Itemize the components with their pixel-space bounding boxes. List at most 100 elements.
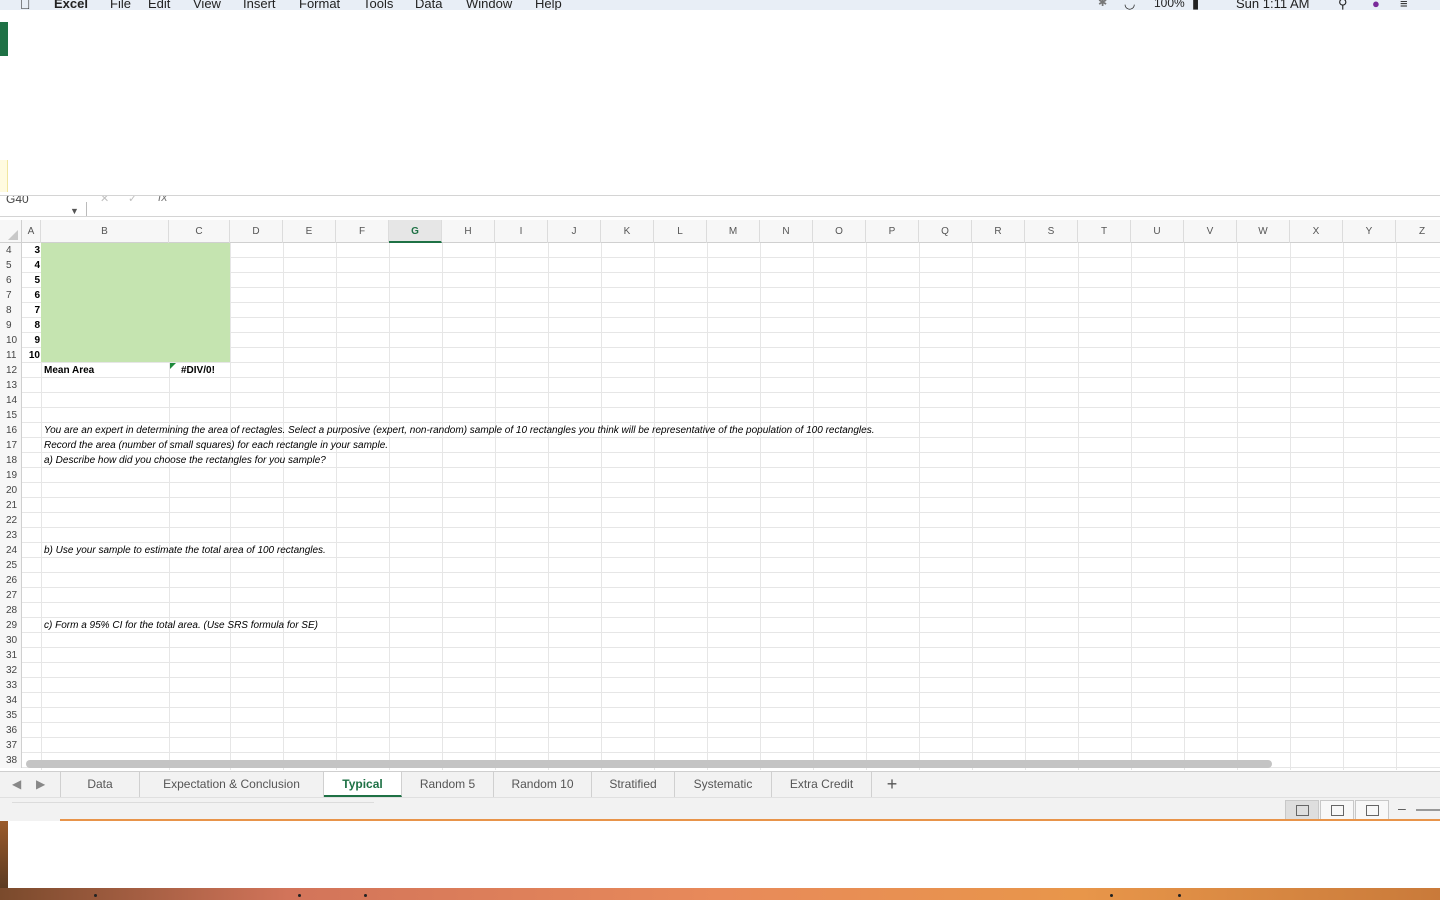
column-header-o[interactable]: O [813, 220, 866, 243]
row-header[interactable]: 34 [0, 693, 22, 708]
column-header-z[interactable]: Z [1396, 220, 1440, 243]
row-header[interactable]: 37 [0, 738, 22, 753]
select-all-button[interactable] [0, 220, 22, 243]
horizontal-scrollbar[interactable] [26, 760, 1272, 768]
row-header[interactable]: 10 [0, 333, 22, 348]
tab-systematic[interactable]: Systematic [675, 772, 772, 797]
menu-window[interactable]: Window [466, 0, 512, 10]
cell-c12[interactable]: #DIV/0! [181, 363, 215, 378]
row-header[interactable]: 33 [0, 678, 22, 693]
row-header[interactable]: 20 [0, 483, 22, 498]
column-header-m[interactable]: M [707, 220, 760, 243]
cell-a7[interactable]: 6 [26, 288, 40, 303]
worksheet-grid[interactable]: A B C D E F G H I J K L M N O P Q R S T … [0, 220, 1440, 770]
row-header[interactable]: 8 [0, 303, 22, 318]
menu-view[interactable]: View [193, 0, 221, 10]
bluetooth-icon[interactable]: ✱ [1098, 0, 1107, 9]
row-header[interactable]: 21 [0, 498, 22, 513]
page-layout-view-button[interactable] [1320, 800, 1354, 820]
row-header[interactable]: 35 [0, 708, 22, 723]
wifi-icon[interactable]: ◡ [1124, 0, 1135, 10]
cell-a9[interactable]: 8 [26, 318, 40, 333]
column-header-g[interactable]: G [389, 220, 442, 243]
menu-tools[interactable]: Tools [363, 0, 393, 10]
row-header[interactable]: 6 [0, 273, 22, 288]
zoom-out-icon[interactable]: – [1398, 800, 1406, 816]
column-header-q[interactable]: Q [919, 220, 972, 243]
column-header-j[interactable]: J [548, 220, 601, 243]
row-header[interactable]: 13 [0, 378, 22, 393]
cell-b24[interactable]: b) Use your sample to estimate the total… [44, 543, 326, 558]
column-header-r[interactable]: R [972, 220, 1025, 243]
column-header-f[interactable]: F [336, 220, 389, 243]
column-header-x[interactable]: X [1290, 220, 1343, 243]
column-header-s[interactable]: S [1025, 220, 1078, 243]
row-header[interactable]: 36 [0, 723, 22, 738]
row-header[interactable]: 27 [0, 588, 22, 603]
confirm-icon[interactable]: ✓ [128, 196, 137, 205]
column-header-d[interactable]: D [230, 220, 283, 243]
cell-b12[interactable]: Mean Area [44, 363, 94, 378]
tab-scroll-left-icon[interactable]: ◀ [12, 777, 21, 791]
row-header[interactable]: 29 [0, 618, 22, 633]
battery-icon[interactable]: ▮ [1192, 0, 1199, 10]
menu-format[interactable]: Format [299, 0, 340, 10]
column-header-c[interactable]: C [169, 220, 230, 243]
row-header[interactable]: 32 [0, 663, 22, 678]
row-header[interactable]: 30 [0, 633, 22, 648]
column-header-t[interactable]: T [1078, 220, 1131, 243]
row-header[interactable]: 26 [0, 573, 22, 588]
column-header-b[interactable]: B [41, 220, 169, 243]
tab-random-5[interactable]: Random 5 [402, 772, 494, 797]
menu-insert[interactable]: Insert [243, 0, 276, 10]
tab-random-10[interactable]: Random 10 [494, 772, 592, 797]
insert-function-button[interactable]: fx [158, 196, 167, 204]
column-header-e[interactable]: E [283, 220, 336, 243]
error-indicator-icon[interactable] [170, 363, 176, 369]
control-center-icon[interactable]: ≡ [1400, 0, 1408, 10]
column-header-a[interactable]: A [22, 220, 41, 243]
column-header-n[interactable]: N [760, 220, 813, 243]
menu-help[interactable]: Help [535, 0, 562, 10]
row-header[interactable]: 5 [0, 258, 22, 273]
row-header[interactable]: 12 [0, 363, 22, 378]
cell-a11[interactable]: 10 [24, 348, 40, 363]
row-header[interactable]: 4 [0, 243, 22, 258]
menu-data[interactable]: Data [415, 0, 442, 10]
page-break-preview-button[interactable] [1355, 800, 1389, 820]
menu-app-name[interactable]: Excel [54, 0, 88, 10]
siri-icon[interactable]: ● [1372, 0, 1380, 10]
column-header-p[interactable]: P [866, 220, 919, 243]
row-header[interactable]: 25 [0, 558, 22, 573]
row-header[interactable]: 22 [0, 513, 22, 528]
spotlight-search-icon[interactable]: ⚲ [1338, 0, 1348, 10]
column-header-h[interactable]: H [442, 220, 495, 243]
tab-data[interactable]: Data [60, 772, 140, 797]
column-header-w[interactable]: W [1237, 220, 1290, 243]
tab-extra-credit[interactable]: Extra Credit [772, 772, 872, 797]
cell-b16[interactable]: You are an expert in determining the are… [44, 423, 875, 438]
row-header[interactable]: 31 [0, 648, 22, 663]
cell-a10[interactable]: 9 [26, 333, 40, 348]
cell-a5[interactable]: 4 [26, 258, 40, 273]
cell-b29[interactable]: c) Form a 95% CI for the total area. (Us… [44, 618, 318, 633]
name-box-dropdown-icon[interactable]: ▼ [70, 206, 79, 216]
column-header-u[interactable]: U [1131, 220, 1184, 243]
add-sheet-button[interactable]: + [873, 772, 911, 797]
zoom-slider[interactable] [1416, 809, 1440, 811]
cell-a4[interactable]: 3 [26, 243, 40, 258]
row-header[interactable]: 18 [0, 453, 22, 468]
cell-b17[interactable]: Record the area (number of small squares… [44, 438, 388, 453]
row-header[interactable]: 23 [0, 528, 22, 543]
tab-scroll-right-icon[interactable]: ▶ [36, 777, 45, 791]
row-header[interactable]: 17 [0, 438, 22, 453]
column-header-v[interactable]: V [1184, 220, 1237, 243]
tab-typical[interactable]: Typical [324, 772, 402, 797]
menu-file[interactable]: File [110, 0, 131, 10]
menu-edit[interactable]: Edit [148, 0, 170, 10]
row-header[interactable]: 28 [0, 603, 22, 618]
row-header[interactable]: 14 [0, 393, 22, 408]
cell-a6[interactable]: 5 [26, 273, 40, 288]
row-header[interactable]: 38 [0, 753, 22, 768]
row-header[interactable]: 19 [0, 468, 22, 483]
